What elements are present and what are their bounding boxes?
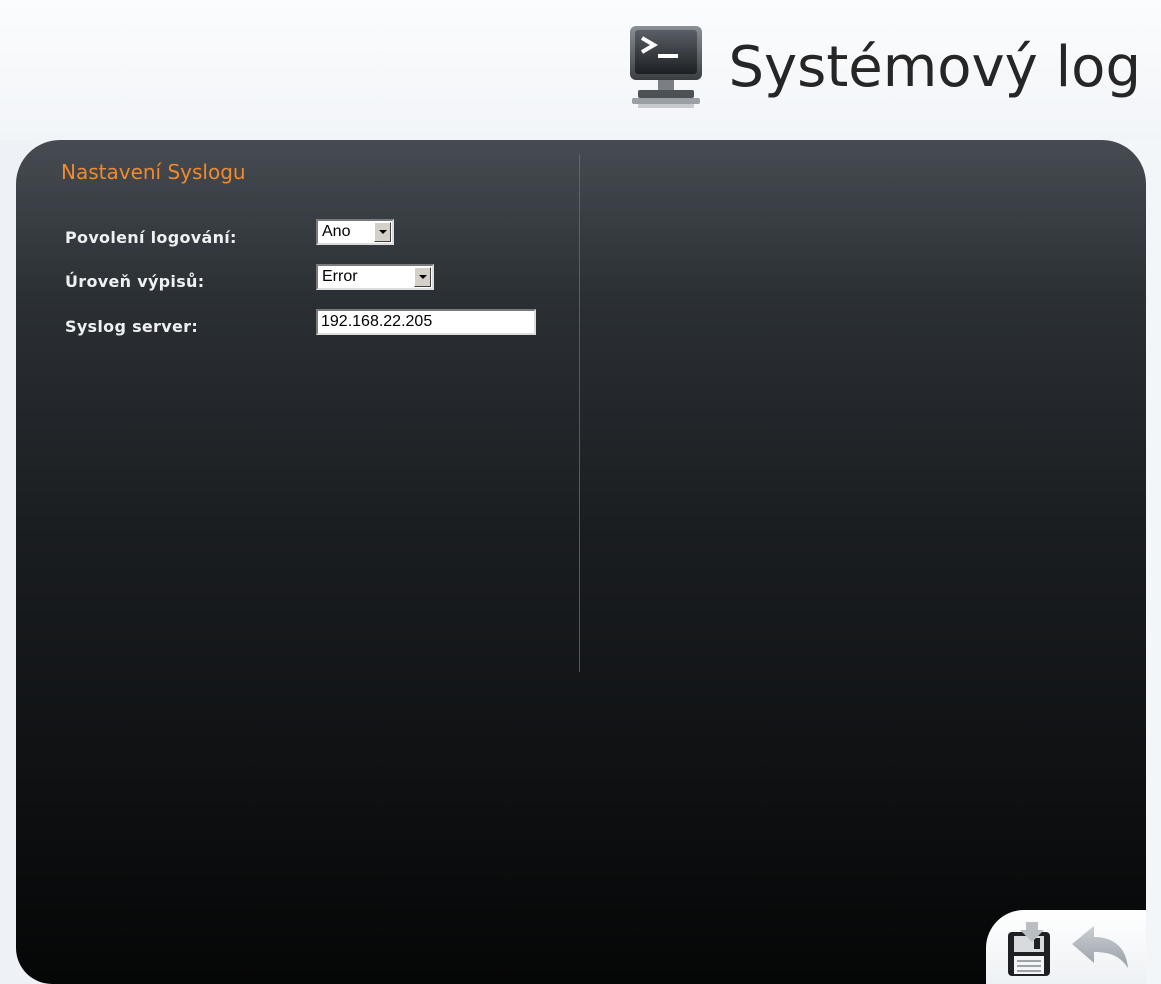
terminal-monitor-icon [628,24,704,110]
save-icon[interactable] [1006,922,1054,978]
action-tab [986,910,1146,984]
chevron-down-icon[interactable] [414,267,431,287]
log-level-value: Error [322,268,358,285]
syslog-server-label: Syslog server: [65,317,199,336]
section-title: Nastavení Syslogu [61,160,246,184]
panel-divider [579,154,580,672]
page-header: Systémový log [628,22,1141,112]
logging-enabled-label: Povolení logování: [65,228,237,247]
chevron-down-icon[interactable] [374,222,391,242]
settings-panel: Nastavení Syslogu Povolení logování: Ano… [16,140,1146,984]
log-level-label: Úroveň výpisů: [65,272,205,291]
back-arrow-icon[interactable] [1070,924,1130,970]
syslog-server-input[interactable] [316,309,536,335]
logging-enabled-select[interactable]: Ano [316,219,394,245]
log-level-select[interactable]: Error [316,264,434,290]
page-title: Systémový log [728,34,1141,100]
logging-enabled-value: Ano [322,223,351,240]
action-bar [976,906,1146,984]
